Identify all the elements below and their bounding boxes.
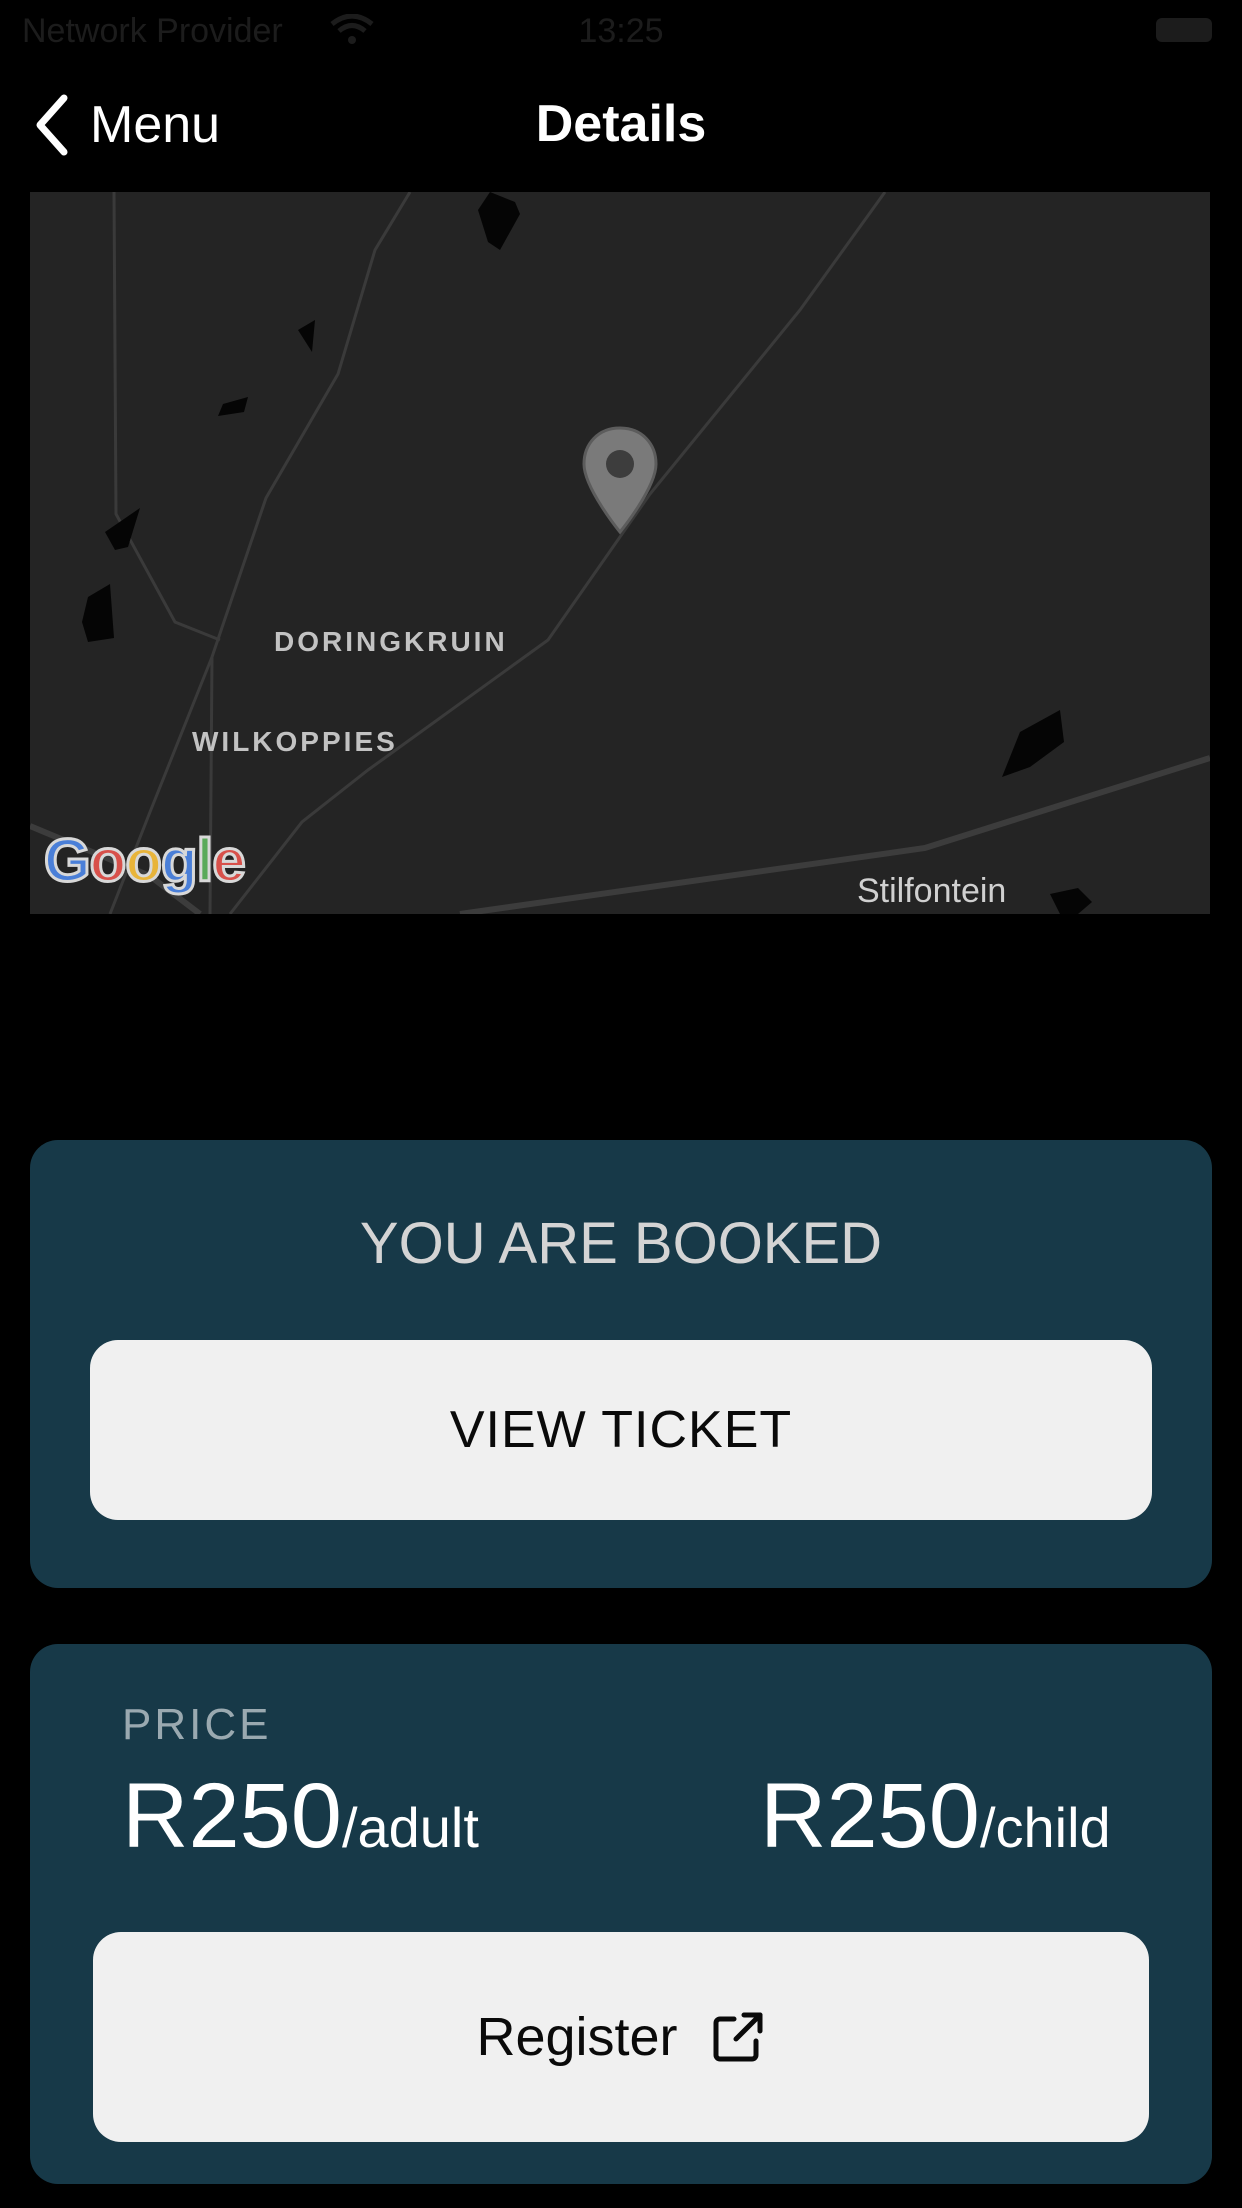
adult-price-amount: R250: [122, 1765, 342, 1867]
view-ticket-button[interactable]: VIEW TICKET: [90, 1340, 1152, 1520]
map-pin-icon[interactable]: [580, 426, 660, 536]
external-link-icon: [713, 2012, 763, 2062]
status-bar: Network Provider 13:25: [0, 0, 1242, 60]
child-price-amount: R250: [760, 1765, 980, 1867]
battery-icon: [1156, 18, 1212, 42]
adult-price-unit: /adult: [341, 1796, 479, 1859]
booking-status-card: YOU ARE BOOKED VIEW TICKET: [30, 1140, 1212, 1588]
page-title: Details: [535, 95, 707, 153]
status-time: 13:25: [578, 12, 664, 50]
map-label-wilkoppies: WILKOPPIES: [192, 726, 398, 757]
child-price: R250/child: [760, 1764, 1111, 1869]
map-roads: [30, 192, 1210, 914]
map-label-doringkruin: DORINGKRUIN: [274, 626, 508, 657]
price-label: PRICE: [122, 1700, 272, 1749]
map-label-stilfontein: Stilfontein: [857, 872, 1007, 910]
google-logo: Google: [43, 826, 248, 896]
price-card: PRICE R250/adult R250/child Register: [30, 1644, 1212, 2184]
register-button-label: Register: [476, 2007, 678, 2067]
navigation-bar: Menu Details: [0, 90, 1242, 190]
adult-price: R250/adult: [122, 1764, 479, 1869]
child-price-unit: /child: [979, 1796, 1111, 1859]
map-view[interactable]: DORINGKRUIN WILKOPPIES Stilfontein Googl…: [30, 192, 1210, 914]
booked-status-text: YOU ARE BOOKED: [359, 1211, 883, 1276]
register-button[interactable]: Register: [93, 1932, 1149, 2142]
